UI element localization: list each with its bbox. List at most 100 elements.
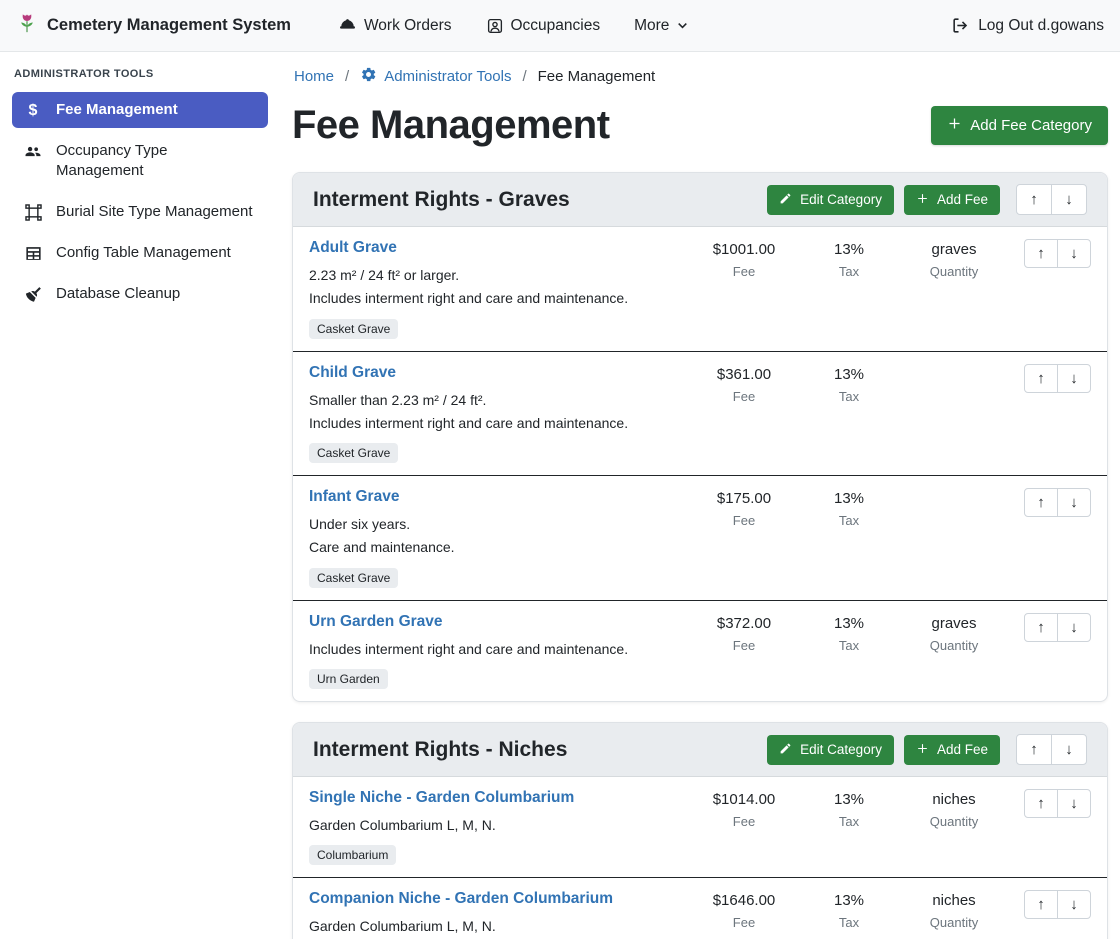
edit-category-label: Edit Category — [800, 192, 882, 207]
fee-value: $1001.00 — [713, 241, 776, 258]
move-fee-down-button[interactable]: ↓ — [1057, 239, 1091, 268]
move-fee-up-button[interactable]: ↑ — [1024, 364, 1058, 393]
category-title: Interment Rights - Graves — [313, 188, 757, 212]
sidebar-item-database-cleanup[interactable]: Database Cleanup — [12, 276, 268, 312]
fee-details: Adult Grave 2.23 m² / 24 ft² or larger. … — [309, 239, 689, 339]
nav-work-orders[interactable]: Work Orders — [338, 16, 452, 35]
fee-row: Companion Niche - Garden Columbarium Gar… — [293, 877, 1107, 939]
sidebar-item-occupancy-type-management[interactable]: Occupancy Type Management — [12, 133, 268, 189]
move-category-up-button[interactable]: ↑ — [1016, 184, 1052, 215]
breadcrumb-admin-tools-link[interactable]: Administrator Tools — [360, 66, 511, 87]
logout-link[interactable]: Log Out d.gowans — [951, 16, 1104, 35]
category-title: Interment Rights - Niches — [313, 738, 757, 762]
fee-details: Child Grave Smaller than 2.23 m² / 24 ft… — [309, 364, 689, 464]
fee-name-link[interactable]: Infant Grave — [309, 488, 399, 506]
add-fee-button[interactable]: Add Fee — [904, 735, 1000, 765]
move-fee-down-button[interactable]: ↓ — [1057, 488, 1091, 517]
fee-details: Urn Garden Grave Includes interment righ… — [309, 613, 689, 689]
fee-name-link[interactable]: Child Grave — [309, 364, 396, 382]
move-fee-up-button[interactable]: ↑ — [1024, 613, 1058, 642]
fee-amount: $372.00 Fee — [689, 613, 799, 653]
fee-reorder-group: ↑ ↓ — [1009, 890, 1091, 919]
fee-label: Fee — [733, 513, 755, 528]
nav-more[interactable]: More — [634, 17, 689, 35]
nav-occupancies[interactable]: Occupancies — [486, 17, 601, 35]
breadcrumb-home-link[interactable]: Home — [294, 68, 334, 85]
move-fee-down-button[interactable]: ↓ — [1057, 613, 1091, 642]
pencil-icon — [779, 742, 792, 758]
fee-name-link[interactable]: Urn Garden Grave — [309, 613, 443, 631]
tax-amount: 13% Tax — [799, 488, 899, 528]
quantity-label: Quantity — [930, 264, 978, 279]
fee-details: Infant Grave Under six years. Care and m… — [309, 488, 689, 588]
quantity-unit: graves Quantity — [899, 239, 1009, 279]
plus-icon — [916, 192, 929, 208]
sidebar-item-label: Config Table Management — [56, 243, 231, 263]
tax-label: Tax — [839, 915, 859, 930]
category-reorder-group: ↑ ↓ — [1016, 734, 1087, 765]
chevron-down-icon — [676, 19, 689, 32]
fee-type-badge: Casket Grave — [309, 568, 398, 588]
sidebar-item-burial-site-type-management[interactable]: Burial Site Type Management — [12, 194, 268, 230]
move-fee-up-button[interactable]: ↑ — [1024, 789, 1058, 818]
table-icon — [22, 244, 44, 263]
fee-name-link[interactable]: Companion Niche - Garden Columbarium — [309, 890, 613, 908]
fee-value: $372.00 — [717, 615, 771, 632]
move-fee-down-button[interactable]: ↓ — [1057, 890, 1091, 919]
tulip-logo-icon — [16, 12, 38, 39]
fee-amount: $1014.00 Fee — [689, 789, 799, 829]
quantity-unit: niches Quantity — [899, 890, 1009, 930]
people-icon — [22, 142, 44, 162]
sidebar-item-label: Burial Site Type Management — [56, 202, 253, 222]
main-content: Home / Administrator Tools / Fee Managem… — [280, 52, 1120, 939]
fee-row: Urn Garden Grave Includes interment righ… — [293, 600, 1107, 701]
occupant-badge-icon — [486, 17, 504, 35]
sidebar-item-label: Fee Management — [56, 100, 178, 120]
brand[interactable]: Cemetery Management System — [16, 12, 291, 39]
sidebar-item-config-table-management[interactable]: Config Table Management — [12, 235, 268, 271]
add-fee-category-label: Add Fee Category — [970, 117, 1092, 134]
fee-name-link[interactable]: Single Niche - Garden Columbarium — [309, 789, 574, 807]
fee-details: Single Niche - Garden Columbarium Garden… — [309, 789, 689, 865]
fee-reorder-group: ↑ ↓ — [1009, 613, 1091, 642]
move-category-down-button[interactable]: ↓ — [1051, 734, 1087, 765]
move-fee-up-button[interactable]: ↑ — [1024, 890, 1058, 919]
quantity-unit: niches Quantity — [899, 789, 1009, 829]
tax-label: Tax — [839, 513, 859, 528]
fee-reorder-group: ↑ ↓ — [1009, 789, 1091, 818]
move-fee-up-button[interactable]: ↑ — [1024, 239, 1058, 268]
tax-amount: 13% Tax — [799, 789, 899, 829]
sidebar-item-fee-management[interactable]: $ Fee Management — [12, 92, 268, 128]
gear-icon — [360, 66, 377, 87]
tax-label: Tax — [839, 638, 859, 653]
move-category-up-button[interactable]: ↑ — [1016, 734, 1052, 765]
quantity-label: Quantity — [930, 915, 978, 930]
quantity-value: graves — [931, 615, 976, 632]
pencil-icon — [779, 192, 792, 208]
app-title: Cemetery Management System — [47, 16, 291, 35]
tax-value: 13% — [834, 791, 864, 808]
edit-category-button[interactable]: Edit Category — [767, 735, 894, 765]
breadcrumb-separator: / — [345, 68, 349, 85]
fee-description: 2.23 m² / 24 ft² or larger. — [309, 265, 679, 285]
fee-type-badge: Casket Grave — [309, 319, 398, 339]
move-fee-down-button[interactable]: ↓ — [1057, 364, 1091, 393]
fee-name-link[interactable]: Adult Grave — [309, 239, 397, 257]
plot-vector-square-icon — [22, 203, 44, 222]
breadcrumb-separator: / — [522, 68, 526, 85]
fee-reorder-group: ↑ ↓ — [1009, 488, 1091, 517]
fee-row: Infant Grave Under six years. Care and m… — [293, 475, 1107, 600]
dollar-icon: $ — [22, 101, 44, 120]
category-header: Interment Rights - Niches Edit Category … — [293, 723, 1107, 777]
fee-value: $361.00 — [717, 366, 771, 383]
breadcrumb-current: Fee Management — [538, 68, 656, 85]
move-fee-down-button[interactable]: ↓ — [1057, 789, 1091, 818]
add-fee-button[interactable]: Add Fee — [904, 185, 1000, 215]
add-fee-label: Add Fee — [937, 192, 988, 207]
tax-value: 13% — [834, 490, 864, 507]
add-fee-category-button[interactable]: Add Fee Category — [931, 106, 1108, 145]
edit-category-button[interactable]: Edit Category — [767, 185, 894, 215]
move-category-down-button[interactable]: ↓ — [1051, 184, 1087, 215]
quantity-value: niches — [932, 892, 975, 909]
move-fee-up-button[interactable]: ↑ — [1024, 488, 1058, 517]
